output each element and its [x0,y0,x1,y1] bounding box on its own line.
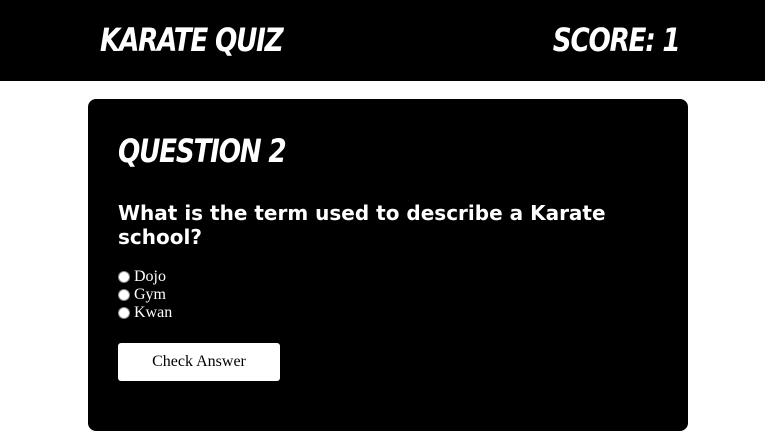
top-header: KARATE QUIZ SCORE: 1 [0,0,765,81]
radio-button[interactable] [118,307,130,319]
option-label: Dojo [134,268,166,285]
app-title: KARATE QUIZ [100,21,284,59]
option-gym[interactable]: Gym [118,286,172,304]
option-label: Gym [134,286,166,303]
radio-button[interactable] [118,271,130,283]
option-kwan[interactable]: Kwan [118,304,172,322]
quiz-card: QUESTION 2 What is the term used to desc… [88,99,688,431]
option-label: Kwan [134,304,173,321]
check-answer-button[interactable]: Check Answer [118,343,280,381]
question-text: What is the term used to describe a Kara… [118,201,606,249]
question-number: QUESTION 2 [118,132,287,170]
radio-button[interactable] [118,289,130,301]
score-display: SCORE: 1 [552,21,680,59]
answer-options: Dojo Gym Kwan [118,268,172,322]
option-dojo[interactable]: Dojo [118,268,172,286]
